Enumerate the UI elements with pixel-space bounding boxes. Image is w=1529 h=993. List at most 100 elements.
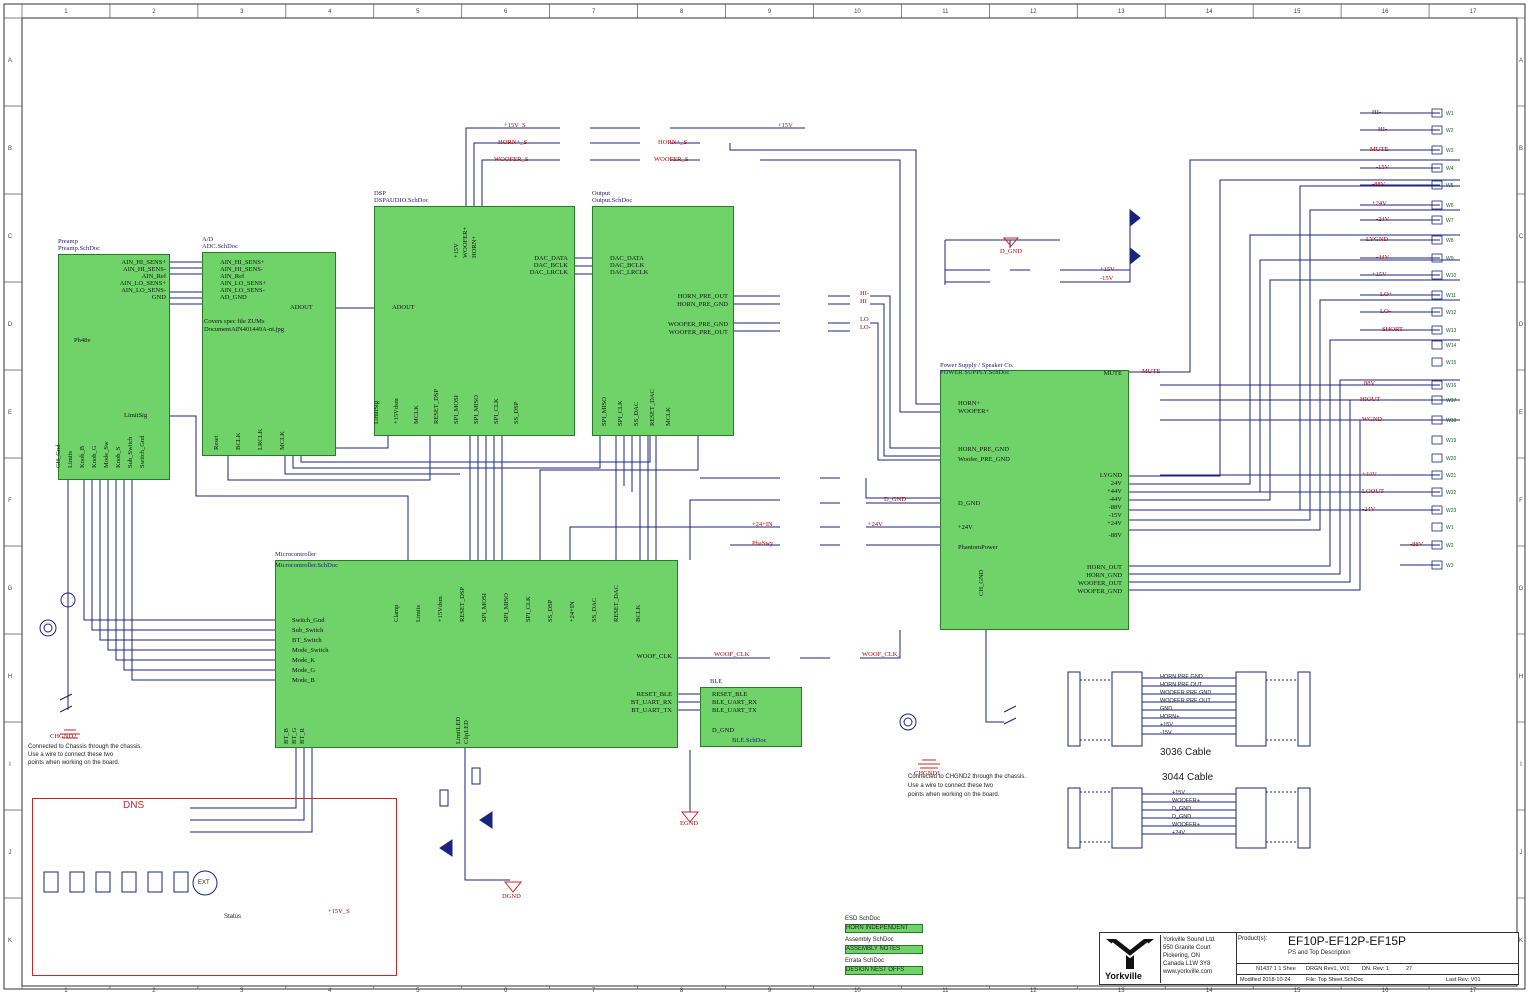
- connector-label-19: W20: [1446, 456, 1457, 462]
- frame-row-label: J: [1520, 850, 1523, 856]
- cable-3036-row: GND: [1160, 706, 1173, 712]
- connector-label-15: W16: [1446, 383, 1457, 389]
- right-net-17: LOOUT: [1362, 488, 1385, 495]
- frame-row-label: D: [1519, 322, 1524, 328]
- frame-row-label: I: [9, 762, 11, 768]
- right-net-13: 88V: [1364, 380, 1376, 387]
- connector-pin-18: [1431, 435, 1443, 445]
- dsp-bpin-3: RESET_DSP: [433, 388, 440, 424]
- dsp-pin-0: DAC_DATA: [534, 255, 568, 262]
- subsheet-design[interactable]: DESIGN NEST OFFS: [845, 966, 923, 975]
- block-dsp-file: DSPAUDIO.SchDoc: [374, 197, 429, 204]
- subsheet-assembly: Assembly SchDoc: [845, 937, 894, 943]
- connector-label-10: W11: [1446, 293, 1456, 299]
- connector-label-6: W7: [1446, 218, 1454, 224]
- connector-label-21: W22: [1446, 490, 1457, 496]
- preamp-pin-2: AIN_Ref: [141, 273, 166, 280]
- connector-label-9: W10: [1446, 273, 1457, 279]
- right-connectors: W1 W2 W3 W4 W5 W6 W7 W8 W9 W10 W11 W12 W13 W14 W15 W16 W…: [1431, 108, 1457, 570]
- mc-rpin-0: WOOF_CLK: [636, 653, 672, 660]
- psu-rpin-3: +44V: [1107, 488, 1122, 495]
- frame-row-label: E: [8, 410, 12, 416]
- dsp-tpin-1: WOOFER+: [462, 226, 469, 258]
- right-net-16: +44V: [1362, 471, 1377, 478]
- psu-pin-ch-gnd: CH_GND: [978, 569, 985, 596]
- connector-label-22: W23: [1446, 508, 1457, 514]
- right-net-0: HI-: [1372, 109, 1382, 116]
- psu-rpin-2: 24V: [1110, 480, 1122, 487]
- frame-row-label: K: [1519, 938, 1523, 944]
- frame-col-label: 11: [942, 988, 949, 993]
- net-15v: +15V: [778, 122, 793, 129]
- connector-label-0: W1: [1446, 111, 1454, 117]
- connector-pin-23: [1431, 522, 1443, 532]
- company-line: www.yorkville.com: [1163, 969, 1213, 975]
- psu-lpin-3: Woofer_PRE_GND: [958, 456, 1010, 463]
- right-net-4: -88V: [1372, 181, 1386, 188]
- dsp-bpin-2: MCLK: [413, 405, 420, 424]
- preamp-pin-4: AIN_LO_SENS-: [121, 287, 166, 294]
- net-lo: LO: [860, 316, 869, 323]
- right-net-7: LYGND: [1366, 236, 1389, 243]
- frame-col-label: 14: [1206, 988, 1213, 993]
- ad-note-2: DocumentAIN401449A-nt.jpg: [204, 326, 284, 333]
- cable-3036-row: HORN+: [1160, 714, 1180, 720]
- psu-lpin-1: WOOFER+: [958, 408, 990, 415]
- preamp-bottom-pins: CH_Gnd Limits Knob_B Knob_G Mode_Sw Knob_S Sub…: [55, 398, 170, 469]
- out-rpin-2: WOOFER_PRE_GND: [668, 321, 728, 328]
- psu-lpin-4: D_GND: [958, 500, 981, 507]
- connector-label-2: W3: [1446, 148, 1454, 154]
- ad-pin-adout: ADOUT: [290, 304, 313, 311]
- block-output-title: Output: [592, 190, 611, 197]
- mc-tpin-9: SS_DAC: [591, 597, 598, 622]
- mc-bpin-3: LimitLED: [455, 716, 462, 744]
- micro-bottom-pins: BT_B BT_G BT_R LimitLED ClipLED: [283, 700, 490, 744]
- out-rpin-1: HORN_PRE_GND: [677, 301, 728, 308]
- subsheet-horn[interactable]: HORN INDEPENDENT: [845, 924, 923, 933]
- ad-bottom-pins: Reset BCLK LRCLK MCLK: [213, 410, 330, 450]
- frame-row-label: G: [1519, 586, 1524, 592]
- net-24in: +24+IN: [752, 521, 773, 528]
- frame-row-label: A: [8, 58, 12, 64]
- frame-row-label: I: [1520, 762, 1522, 768]
- preamp-pin-0: AIN_HI_SENS+: [121, 259, 166, 266]
- psu-rpin-5: -88V: [1108, 504, 1122, 511]
- connector-label-4: W5: [1446, 183, 1454, 189]
- frame-col-label: 6: [504, 9, 508, 15]
- block-preamp-title: Preamp: [58, 238, 78, 245]
- cable-3036-row: -15V: [1160, 730, 1172, 736]
- frame-row-label: G: [8, 586, 13, 592]
- psu-rpin-10: HORN_GND: [1086, 572, 1122, 579]
- tb-row1-a: N1437 1 1 Shee: [1256, 966, 1296, 972]
- frame-col-label: 17: [1470, 9, 1477, 15]
- frame-row-label: H: [1519, 674, 1523, 680]
- right-net-10: LO+: [1380, 291, 1393, 298]
- product-label: Product(s):: [1238, 936, 1268, 942]
- note-left-2: Use a wire to connect these two: [28, 752, 114, 758]
- ad-bpin-2: LRCLK: [257, 428, 264, 450]
- connector-label-16: W17: [1446, 398, 1457, 404]
- preamp-pin-3: AIN_LO_SENS+: [119, 280, 166, 287]
- connector-label-24: W2: [1446, 543, 1454, 549]
- out-rpin-0: HORN_PRE_OUT: [677, 293, 728, 300]
- company-line: Canada L1W 3Y8: [1163, 961, 1211, 967]
- preamp-bpin-4: Mode_Sw: [103, 441, 110, 468]
- tb-row2-b: File: Top Sheet.SchDoc: [1306, 977, 1364, 983]
- mc-tpin-2: +15Vdsm: [437, 596, 444, 622]
- out-bpin-1: SPI_CLK: [617, 400, 624, 426]
- dsp-pin-adout: ADOUT: [392, 304, 415, 311]
- dns-title: DNS: [123, 800, 145, 811]
- block-output-file: Output.SchDoc: [592, 197, 633, 204]
- frame-row-label: C: [1519, 234, 1524, 240]
- subsheet-assembly-notes[interactable]: ASSEMBLY NOTES: [845, 945, 923, 954]
- connector-label-7: W8: [1446, 238, 1454, 244]
- net-24v: +24V_: [868, 521, 887, 528]
- connector-pin-14: [1431, 357, 1443, 367]
- frame-row-label: H: [8, 674, 12, 680]
- psu-rpin-6: -15V: [1108, 512, 1122, 519]
- title-block: Yorkville Yorkville Sound Ltd. 550 Grani…: [1099, 932, 1519, 985]
- note-right-1: Connected to CHGND2 through the chassis.: [908, 774, 1027, 780]
- preamp-pin-1: AIN_HI_SENS-: [123, 266, 166, 273]
- right-net-11: LO-: [1380, 308, 1391, 315]
- subsheet-esd: ESD SchDoc: [845, 916, 881, 922]
